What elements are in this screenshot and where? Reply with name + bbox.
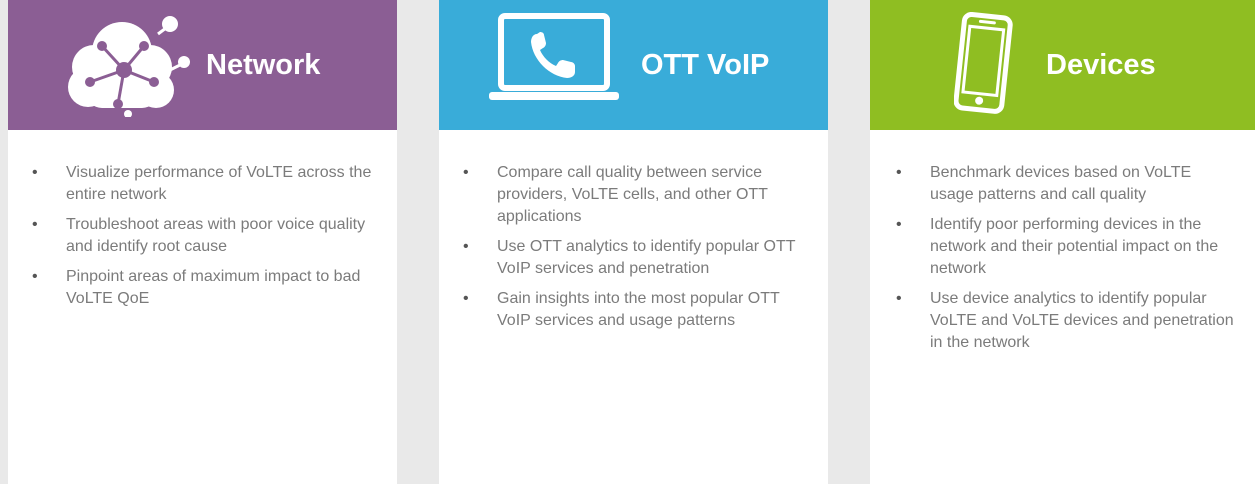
ott-voip-card-header: OTT VoIP: [439, 0, 828, 130]
ott-voip-card: OTT VoIP Compare call quality between se…: [439, 0, 828, 484]
ott-voip-bullet-list: Compare call quality between service pro…: [459, 162, 804, 340]
network-bullet-list: Visualize performance of VoLTE across th…: [28, 162, 373, 318]
network-card: Network Visualize performance of VoLTE a…: [8, 0, 397, 484]
list-item: Gain insights into the most popular OTT …: [459, 288, 804, 332]
network-card-header: Network: [8, 0, 397, 130]
ott-voip-title: OTT VoIP: [641, 49, 770, 81]
cloud-network-icon: [68, 16, 190, 117]
list-item: Use OTT analytics to identify popular OT…: [459, 236, 804, 280]
devices-card: Devices Benchmark devices based on VoLTE…: [870, 0, 1255, 484]
smartphone-icon: [954, 12, 1013, 114]
network-title: Network: [206, 49, 321, 81]
list-item: Compare call quality between service pro…: [459, 162, 804, 228]
list-item: Benchmark devices based on VoLTE usage p…: [892, 162, 1237, 206]
devices-card-header: Devices: [870, 0, 1255, 130]
list-item: Visualize performance of VoLTE across th…: [28, 162, 373, 206]
list-item: Use device analytics to identify popular…: [892, 288, 1237, 354]
devices-title: Devices: [1046, 49, 1156, 81]
list-item: Identify poor performing devices in the …: [892, 214, 1237, 280]
laptop-phone-icon: [489, 13, 619, 100]
list-item: Pinpoint areas of maximum impact to bad …: [28, 266, 373, 310]
devices-bullet-list: Benchmark devices based on VoLTE usage p…: [892, 162, 1237, 362]
list-item: Troubleshoot areas with poor voice quali…: [28, 214, 373, 258]
